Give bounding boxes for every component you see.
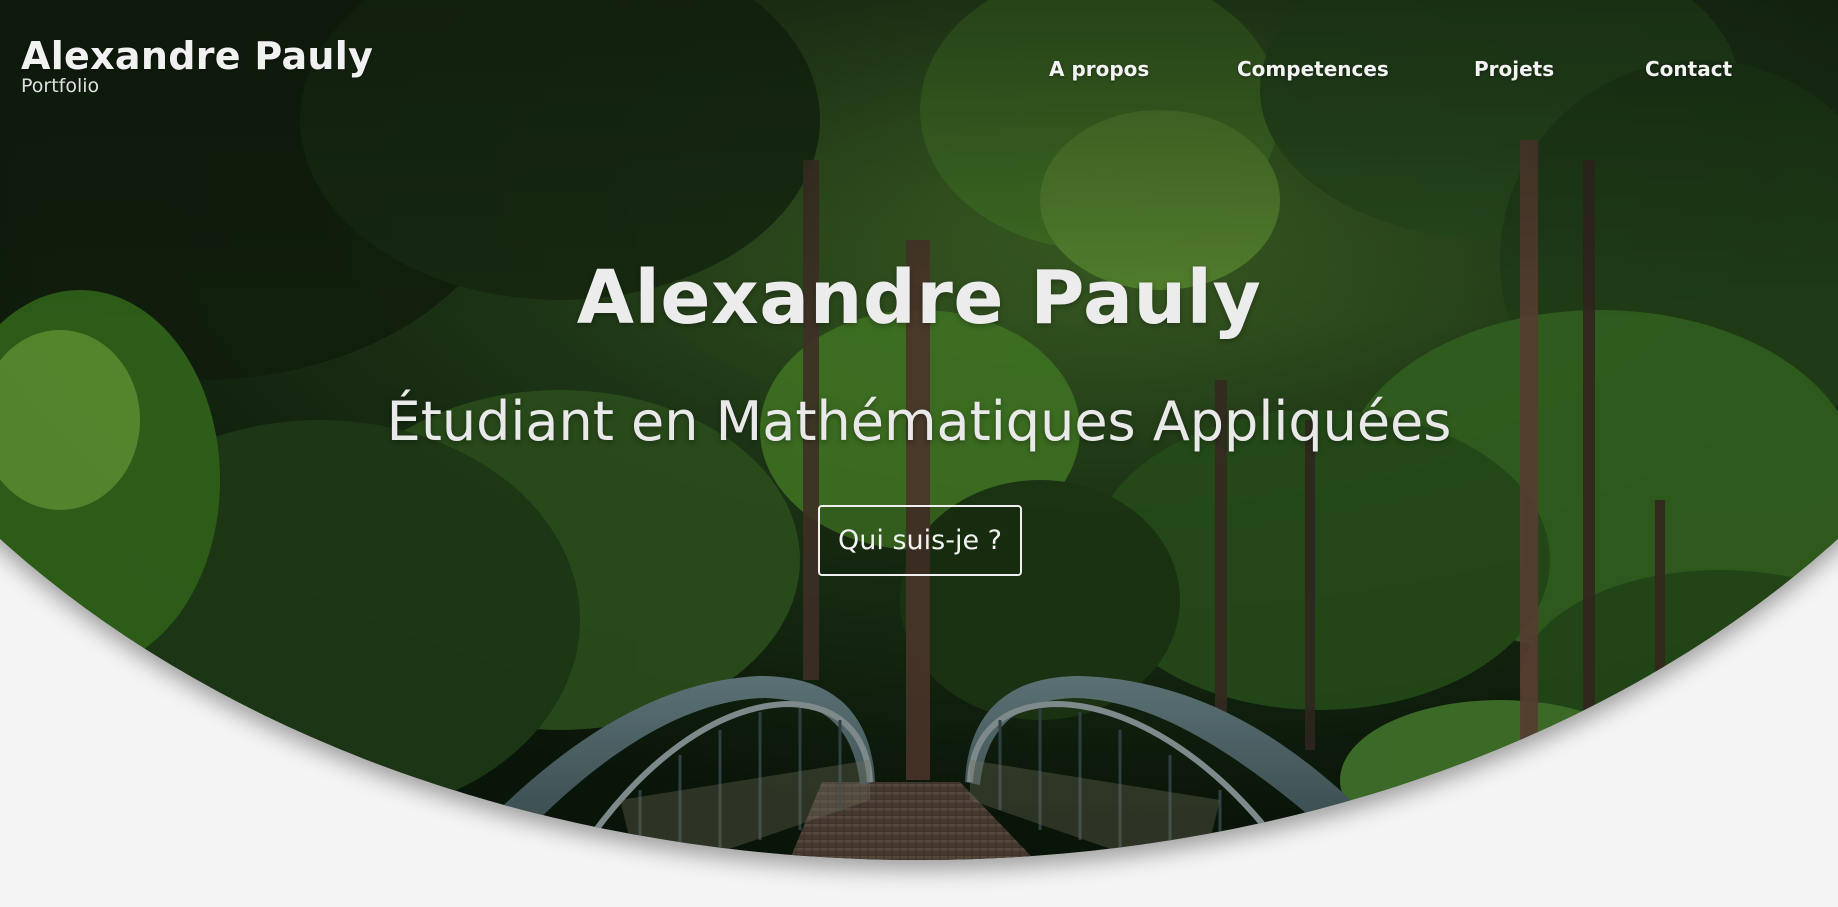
hero-subtitle: Étudiant en Mathématiques Appliquées bbox=[386, 390, 1452, 453]
who-am-i-button[interactable]: Qui suis-je ? bbox=[818, 505, 1022, 576]
main-nav: A propos Competences Projets Contact bbox=[0, 56, 1838, 84]
nav-item-contact[interactable]: Contact bbox=[1645, 56, 1732, 82]
nav-item-a-propos[interactable]: A propos bbox=[1049, 56, 1149, 82]
hero-title: Alexandre Pauly bbox=[576, 255, 1262, 341]
nav-item-projets[interactable]: Projets bbox=[1474, 56, 1554, 82]
nav-item-competences[interactable]: Competences bbox=[1237, 56, 1389, 82]
page: Alexandre Pauly Portfolio A propos Compe… bbox=[0, 0, 1838, 907]
